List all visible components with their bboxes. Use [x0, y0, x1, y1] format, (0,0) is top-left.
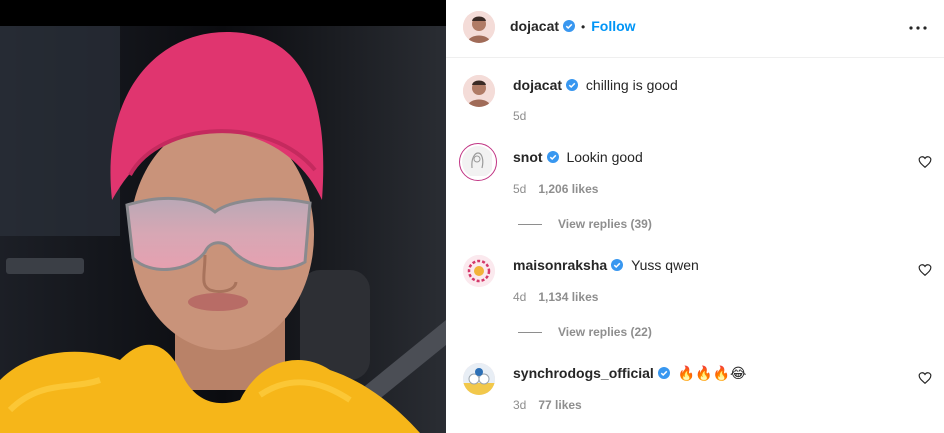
verified-badge-icon [546, 150, 559, 163]
comment-item: maisonraksha Yuss qwen 4d 1,134 likes Vie… [446, 246, 944, 354]
comment-line: maisonraksha Yuss qwen [513, 257, 699, 273]
comment-meta: 3d 77 likes [513, 398, 582, 412]
view-replies-button[interactable]: View replies (22) [518, 325, 652, 339]
comment-username[interactable]: synchrodogs_official [513, 365, 654, 381]
caption-time: 5d [513, 109, 527, 123]
caption: dojacat chilling is good 5d [446, 58, 944, 138]
comment-text: 🔥🔥🔥😂 [677, 366, 747, 382]
comment-avatar[interactable] [459, 143, 497, 181]
verified-badge-icon [566, 78, 579, 91]
caption-text: chilling is good [585, 77, 678, 93]
comment-likes[interactable]: 77 likes [538, 398, 581, 412]
caption-avatar[interactable] [463, 75, 495, 107]
more-options-icon[interactable] [906, 16, 930, 40]
comment-item: snot Lookin good 5d 1,206 likes View repl… [446, 138, 944, 246]
comment-username[interactable]: maisonraksha [513, 257, 607, 273]
separator-dot: • [581, 20, 586, 34]
replies-divider [518, 332, 542, 334]
verified-badge-icon [657, 366, 670, 379]
comment-line: snot Lookin good [513, 149, 643, 165]
author-username[interactable]: dojacat [510, 18, 559, 34]
replies-divider [518, 224, 542, 226]
comment-time: 4d [513, 290, 527, 304]
caption-line: dojacat chilling is good [513, 77, 678, 93]
comment-time: 5d [513, 182, 527, 196]
comment-line: synchrodogs_official 🔥🔥🔥😂 [513, 365, 746, 382]
comment-avatar[interactable] [463, 255, 495, 287]
post-details-panel: dojacat • Follow dojacat chilling is good … [446, 0, 944, 433]
verified-badge-icon [611, 258, 624, 271]
author-avatar[interactable] [463, 11, 495, 43]
heart-icon[interactable] [918, 263, 932, 277]
verified-badge-icon [563, 19, 576, 32]
follow-button[interactable]: Follow [591, 18, 635, 34]
comment-item: synchrodogs_official 🔥🔥🔥😂 3d 77 likes [446, 354, 944, 433]
comment-meta: 4d 1,134 likes [513, 290, 598, 304]
post-photo [0, 0, 446, 433]
view-replies-label: View replies (22) [558, 325, 652, 339]
view-replies-label: View replies (39) [558, 217, 652, 231]
heart-icon[interactable] [918, 155, 932, 169]
header-author: dojacat • Follow [510, 18, 636, 34]
post-header: dojacat • Follow [446, 0, 944, 58]
comment-username[interactable]: snot [513, 149, 543, 165]
heart-icon[interactable] [918, 371, 932, 385]
comment-text: Lookin good [566, 149, 643, 165]
view-replies-button[interactable]: View replies (39) [518, 217, 652, 231]
comment-time: 3d [513, 398, 527, 412]
comment-likes[interactable]: 1,206 likes [538, 182, 598, 196]
comment-likes[interactable]: 1,134 likes [538, 290, 598, 304]
caption-username[interactable]: dojacat [513, 77, 562, 93]
comment-meta: 5d 1,206 likes [513, 182, 598, 196]
comment-text: Yuss qwen [631, 257, 699, 273]
comment-avatar[interactable] [463, 363, 495, 395]
